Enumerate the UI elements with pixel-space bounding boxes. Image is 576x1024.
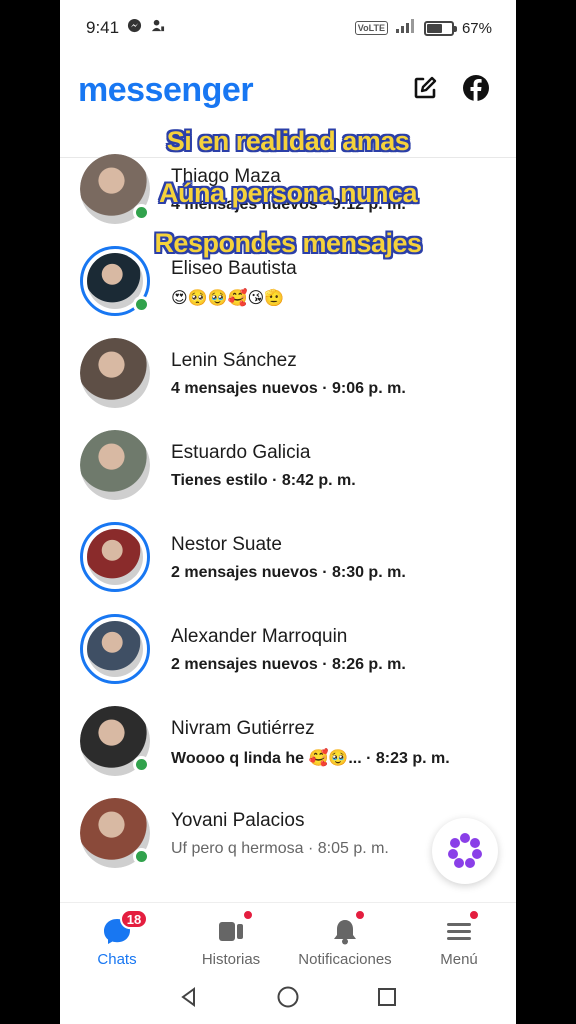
chat-preview: Uf pero q hermosa · 8:05 p. m. bbox=[171, 840, 389, 857]
caption-line-2: Aúna persona nunca bbox=[158, 178, 418, 208]
battery-percent: 67% bbox=[461, 19, 492, 37]
status-time: 9:41 bbox=[86, 18, 120, 37]
menu-dot bbox=[468, 909, 480, 921]
app-logo: messenger bbox=[78, 70, 254, 109]
chat-preview: Tienes estilo · 8:42 p. m. bbox=[171, 472, 356, 489]
avatar-photo bbox=[80, 430, 150, 500]
chat-name: Eliseo Bautista bbox=[171, 258, 297, 279]
tab-stories[interactable]: Historias bbox=[174, 903, 288, 974]
chat-name: Lenin Sánchez bbox=[171, 350, 297, 371]
bottom-nav: 18 Chats Historias Notificaciones Menú bbox=[60, 902, 516, 974]
phone-screen: 9:41 VoLTE 67% messenger Thiago Maza 4 m… bbox=[60, 0, 516, 1024]
system-nav-bar bbox=[60, 974, 516, 1024]
chat-name: Nestor Suate bbox=[171, 534, 282, 555]
hamburger-menu-icon bbox=[447, 923, 471, 940]
avatar[interactable] bbox=[80, 614, 150, 684]
chat-preview: Woooo q linda he 🥰🥹... · 8:23 p. m. bbox=[171, 750, 450, 767]
online-indicator bbox=[133, 296, 150, 313]
avatar-photo bbox=[87, 621, 143, 677]
meta-ai-button[interactable] bbox=[432, 818, 498, 884]
chat-row[interactable]: Nivram Gutiérrez Woooo q linda he 🥰🥹... ·… bbox=[60, 698, 516, 790]
avatar[interactable] bbox=[80, 522, 150, 592]
person-notification-icon bbox=[150, 18, 165, 38]
signal-icon bbox=[395, 19, 416, 37]
caption-line-1: Si en realidad amas bbox=[166, 126, 410, 156]
recents-icon[interactable] bbox=[376, 986, 398, 1013]
avatar[interactable] bbox=[80, 338, 150, 408]
avatar[interactable] bbox=[80, 430, 150, 500]
facebook-icon[interactable] bbox=[462, 74, 490, 107]
chat-preview: 4 mensajes nuevos · 9:06 p. m. bbox=[171, 380, 406, 397]
chat-preview: 😍🥺🥹🥰😘🫡 bbox=[171, 290, 285, 307]
chat-name: Yovani Palacios bbox=[171, 810, 305, 831]
status-bar: 9:41 VoLTE 67% bbox=[60, 0, 516, 56]
meta-ai-icon bbox=[448, 833, 482, 868]
caption-line-3: Respondes mensajes bbox=[154, 228, 422, 258]
online-indicator bbox=[133, 756, 150, 773]
messenger-notification-icon bbox=[127, 18, 142, 38]
battery-icon bbox=[423, 20, 457, 36]
online-indicator bbox=[133, 848, 150, 865]
notifications-dot bbox=[354, 909, 366, 921]
stories-dot bbox=[242, 909, 254, 921]
bell-icon bbox=[334, 920, 356, 945]
chat-row[interactable]: Nestor Suate 2 mensajes nuevos · 8:30 p. … bbox=[60, 514, 516, 606]
tab-chats-label: Chats bbox=[97, 951, 137, 968]
tab-menu-label: Menú bbox=[440, 951, 478, 968]
chat-preview: 2 mensajes nuevos · 8:26 p. m. bbox=[171, 656, 406, 673]
chat-name: Estuardo Galicia bbox=[171, 442, 311, 463]
avatar-photo bbox=[87, 529, 143, 585]
chat-row[interactable]: Lenin Sánchez 4 mensajes nuevos · 9:06 p.… bbox=[60, 330, 516, 422]
tab-notifications-label: Notificaciones bbox=[298, 951, 392, 968]
chat-name: Nivram Gutiérrez bbox=[171, 718, 315, 739]
app-header: messenger bbox=[60, 62, 516, 118]
chat-row[interactable]: Estuardo Galicia Tienes estilo · 8:42 p. … bbox=[60, 422, 516, 514]
chat-row[interactable]: Alexander Marroquin 2 mensajes nuevos · 8… bbox=[60, 606, 516, 698]
chat-name: Alexander Marroquin bbox=[171, 626, 348, 647]
stories-icon bbox=[219, 922, 243, 941]
tab-chats[interactable]: 18 Chats bbox=[60, 903, 174, 974]
chat-preview: 2 mensajes nuevos · 8:30 p. m. bbox=[171, 564, 406, 581]
volte-icon: VoLTE bbox=[354, 21, 388, 35]
tab-menu[interactable]: Menú bbox=[402, 903, 516, 974]
back-icon[interactable] bbox=[178, 986, 200, 1013]
chats-badge: 18 bbox=[120, 909, 148, 929]
tab-stories-label: Historias bbox=[201, 951, 261, 968]
tab-notifications[interactable]: Notificaciones bbox=[288, 903, 402, 974]
avatar-photo bbox=[80, 338, 150, 408]
home-icon[interactable] bbox=[276, 985, 300, 1014]
compose-icon[interactable] bbox=[412, 75, 438, 106]
